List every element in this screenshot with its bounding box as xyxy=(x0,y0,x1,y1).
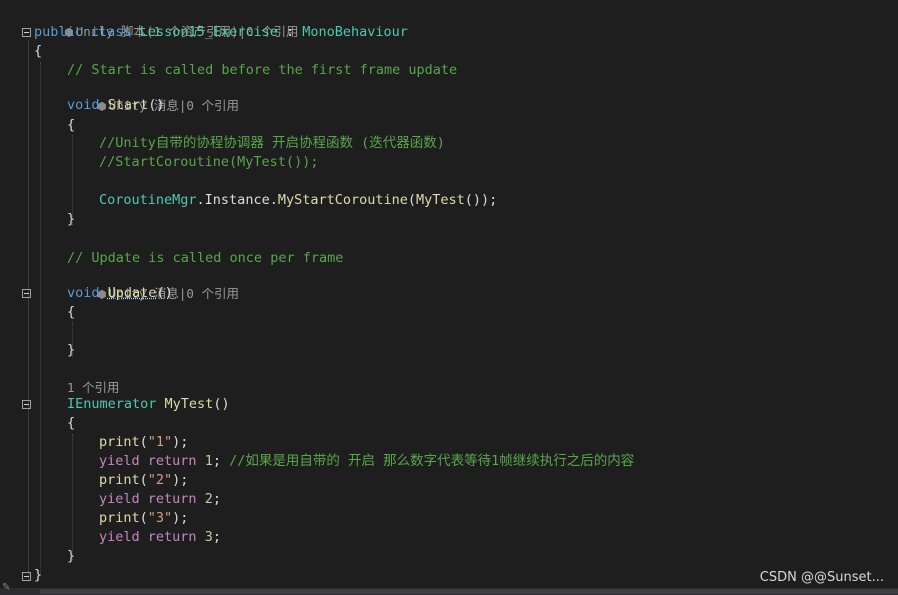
start-close-brace: } xyxy=(67,211,76,227)
start-comment-2: //StartCoroutine(MyTest()); xyxy=(99,154,319,170)
paren-open: ( xyxy=(139,510,148,526)
print-fn: print xyxy=(99,510,140,526)
number-literal: 2 xyxy=(204,491,213,507)
start-open-brace: { xyxy=(67,117,76,133)
paren-close: ); xyxy=(172,472,189,488)
pencil-icon: ✎ xyxy=(2,582,11,593)
string-literal: "3" xyxy=(147,510,173,526)
keyword-return: return xyxy=(147,529,197,545)
keyword-void: void xyxy=(67,97,100,113)
mytest-declaration: IEnumerator MyTest() xyxy=(67,395,230,414)
paren-open: ( xyxy=(139,434,148,450)
method-name-start: Start xyxy=(107,97,149,113)
class-codelens[interactable]: ⬢ Unity 脚本(1 个资产引用)|0 个引用 xyxy=(34,6,298,39)
parens: () xyxy=(148,97,165,113)
number-literal: 1 xyxy=(204,453,213,469)
mytest-body-line: print("2"); xyxy=(99,471,188,490)
collapse-minus-icon[interactable] xyxy=(22,400,31,409)
keyword-public: public xyxy=(34,24,83,40)
call-open: ( xyxy=(407,192,417,208)
start-comment-1: //Unity自带的协程协调器 开启协程函数 (迭代器函数) xyxy=(99,135,445,151)
update-comment: // Update is called once per frame xyxy=(67,250,344,266)
start-codelens[interactable]: ⬢ Unity 消息|0 个引用 xyxy=(67,80,239,113)
class-open-brace: { xyxy=(34,43,43,59)
keyword-return: return xyxy=(147,491,197,507)
mytest-close-brace: } xyxy=(67,548,76,564)
mytest-body-line: yield return 3; xyxy=(99,528,221,547)
paren-close: ); xyxy=(172,434,189,450)
fold-gutter-line xyxy=(28,40,29,580)
return-type: IEnumerator xyxy=(67,396,157,412)
print-fn: print xyxy=(99,472,140,488)
update-open-brace: { xyxy=(67,304,76,320)
mytest-body-line: print("3"); xyxy=(99,509,188,528)
string-literal: "1" xyxy=(147,434,173,450)
mytest-body-line: yield return 2; xyxy=(99,490,221,509)
indent-guide-mytest xyxy=(72,434,73,560)
mytest-body-line: yield return 1; //如果是用自带的 开启 那么数字代表等待1帧继… xyxy=(99,452,634,471)
collapse-minus-icon[interactable] xyxy=(22,28,31,37)
keyword-yield: yield xyxy=(99,529,140,545)
update-close-brace: } xyxy=(67,342,76,358)
update-codelens[interactable]: ⬢ Unity 消息|0 个引用 xyxy=(67,268,239,301)
scrollbar-thumb[interactable] xyxy=(40,589,898,594)
inline-comment: //如果是用自带的 开启 那么数字代表等待1帧继续执行之后的内容 xyxy=(229,453,635,469)
paren-close: ); xyxy=(172,510,189,526)
parens: () xyxy=(213,396,230,412)
collapse-end-icon xyxy=(22,572,31,581)
call-mid: .Instance. xyxy=(196,192,278,208)
parens: () xyxy=(156,285,173,301)
update-declaration: void Update() xyxy=(67,284,173,303)
colon: : xyxy=(277,24,303,40)
start-declaration: void Start() xyxy=(67,96,165,115)
watermark: CSDN @@Sunset... xyxy=(759,570,884,585)
collapse-minus-icon[interactable] xyxy=(22,289,31,298)
keyword-class: class xyxy=(90,24,132,40)
semicolon: ; xyxy=(212,453,221,469)
keyword-void: void xyxy=(67,285,100,301)
class-name: Lesson15_Exercise xyxy=(139,24,278,40)
base-class: MonoBehaviour xyxy=(302,24,408,40)
class-declaration: public class Lesson15_Exercise : MonoBeh… xyxy=(34,23,408,42)
call-type: CoroutineMgr xyxy=(99,192,197,208)
paren-open: ( xyxy=(139,472,148,488)
method-name-mytest: MyTest xyxy=(164,396,214,412)
keyword-return: return xyxy=(147,453,197,469)
call-arg: MyTest xyxy=(416,192,465,208)
class-close-brace: } xyxy=(34,567,43,583)
semicolon: ; xyxy=(212,491,221,507)
start-call-line: CoroutineMgr.Instance.MyStartCoroutine(M… xyxy=(99,191,497,210)
method-name-update: Update xyxy=(107,285,157,301)
start-comment: // Start is called before the first fram… xyxy=(67,62,458,78)
mytest-codelens[interactable]: 1 个引用 xyxy=(67,379,120,396)
semicolon: ; xyxy=(212,529,221,545)
mytest-open-brace: { xyxy=(67,415,76,431)
codelens-text: 1 个引用 xyxy=(67,380,120,395)
keyword-yield: yield xyxy=(99,453,140,469)
string-literal: "2" xyxy=(147,472,173,488)
call-close: ()); xyxy=(464,192,498,208)
indent-guide-class xyxy=(40,62,41,574)
number-literal: 3 xyxy=(204,529,213,545)
keyword-yield: yield xyxy=(99,491,140,507)
print-fn: print xyxy=(99,434,140,450)
mytest-body-line: print("1"); xyxy=(99,433,188,452)
call-fn: MyStartCoroutine xyxy=(277,192,408,208)
